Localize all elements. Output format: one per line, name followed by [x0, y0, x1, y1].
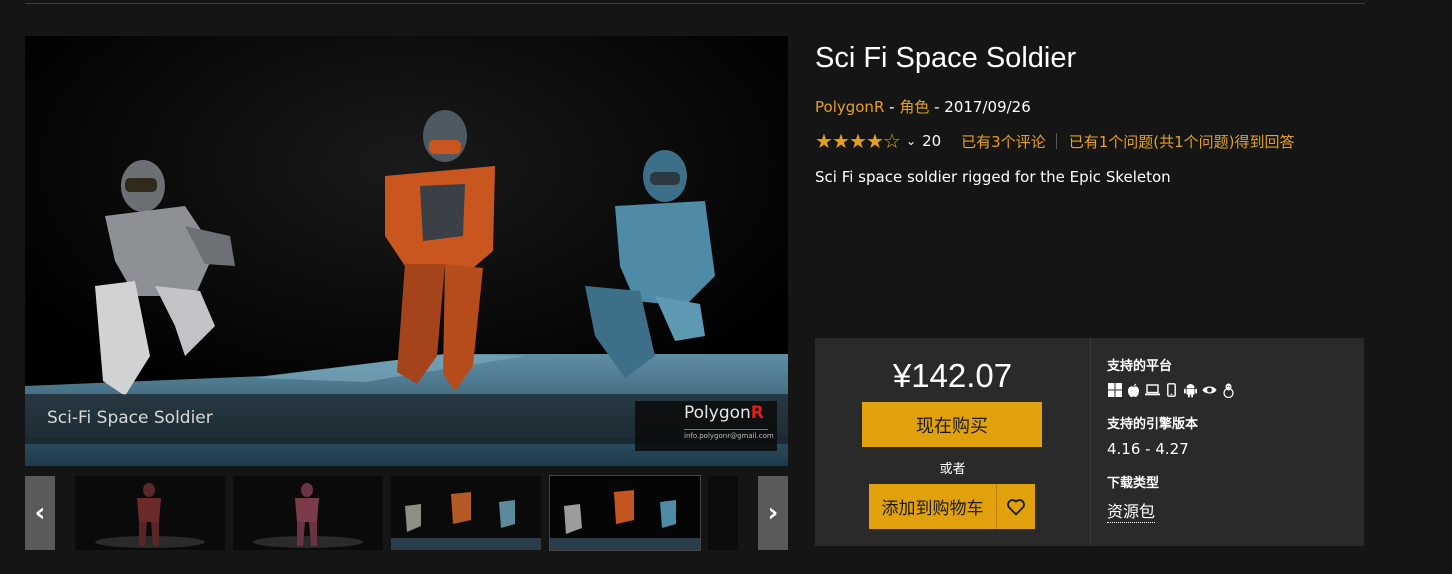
star-filled-icon: ★ — [815, 129, 833, 153]
rating-count: 20 — [922, 132, 942, 150]
android-icon — [1183, 382, 1198, 398]
price: ¥142.07 — [892, 357, 1013, 394]
star-filled-icon: ★ — [832, 129, 850, 153]
thumbnail-1[interactable] — [75, 476, 225, 550]
download-type-label: 下载类型 — [1107, 476, 1160, 491]
rating-divider — [1055, 133, 1057, 149]
or-label: 或者 — [939, 462, 966, 477]
engine-label: 支持的引擎版本 — [1107, 417, 1199, 432]
logo-rule — [684, 429, 768, 430]
product-title: Sci Fi Space Soldier — [815, 42, 1077, 74]
star-empty-icon: ☆ — [883, 129, 901, 153]
product-meta: PolygonR - 角色 - 2017/09/26 — [815, 96, 1031, 117]
vr-eye-icon — [1202, 382, 1217, 398]
thumbnail-3-render — [391, 476, 541, 550]
phone-icon — [1164, 382, 1179, 398]
thumbnail-4-selected[interactable] — [549, 475, 701, 551]
windows-icon — [1107, 382, 1122, 398]
next-image-button[interactable]: › — [758, 476, 788, 550]
platform-icons — [1107, 382, 1236, 398]
star-filled-icon: ★ — [849, 129, 867, 153]
add-to-cart-button[interactable]: 添加到购物车 — [869, 484, 996, 529]
thumbnail-4-render — [550, 476, 700, 550]
brand-logo: PolygonR — [684, 403, 764, 423]
hero-image[interactable]: Sci-Fi Space Soldier PolygonR info.polyg… — [25, 36, 788, 466]
questions-link[interactable]: 已有1个问题(共1个问题)得到回答 — [1069, 131, 1295, 152]
meta-sep-2: - — [929, 98, 945, 116]
thumbnail-2[interactable] — [233, 476, 383, 550]
brand-email: info.polygonr@gmail.com — [684, 432, 774, 440]
linux-icon — [1221, 382, 1236, 398]
release-date: 2017/09/26 — [944, 98, 1031, 116]
wishlist-button[interactable] — [996, 484, 1035, 529]
product-description: Sci Fi space soldier rigged for the Epic… — [815, 168, 1171, 186]
engine-version: 4.16 - 4.27 — [1107, 440, 1189, 458]
top-divider — [25, 3, 1365, 4]
thumbnail-5[interactable] — [708, 476, 738, 550]
hero-caption: Sci-Fi Space Soldier — [47, 408, 213, 428]
download-type-value[interactable]: 资源包 — [1107, 498, 1156, 523]
rating-row: ★ ★ ★ ★ ☆ ⌄ 20 已有3个评论 已有1个问题(共1个问题)得到回答 — [815, 131, 1295, 151]
chevron-left-icon: ‹ — [34, 498, 46, 528]
rating-stars[interactable]: ★ ★ ★ ★ ☆ — [815, 129, 901, 153]
heart-icon — [1007, 498, 1025, 515]
brand-logo-box: PolygonR info.polygonr@gmail.com — [635, 401, 777, 451]
apple-icon — [1126, 382, 1141, 398]
meta-sep-1: - — [884, 98, 900, 116]
platforms-label: 支持的平台 — [1107, 359, 1173, 374]
thumbnail-2-render — [233, 476, 383, 550]
purchase-panel-divider — [1090, 338, 1091, 546]
thumbnail-3[interactable] — [391, 476, 541, 550]
thumbnail-5-render — [708, 476, 738, 550]
buy-now-button[interactable]: 现在购买 — [862, 402, 1042, 447]
category-link[interactable]: 角色 — [899, 98, 929, 116]
chevron-down-icon[interactable]: ⌄ — [906, 134, 916, 148]
chevron-right-icon: › — [767, 498, 779, 528]
star-filled-icon: ★ — [866, 129, 884, 153]
laptop-icon — [1145, 382, 1160, 398]
thumbnail-1-render — [75, 476, 225, 550]
seller-link[interactable]: PolygonR — [815, 98, 884, 116]
reviews-link[interactable]: 已有3个评论 — [961, 131, 1046, 152]
prev-image-button[interactable]: ‹ — [25, 476, 55, 550]
